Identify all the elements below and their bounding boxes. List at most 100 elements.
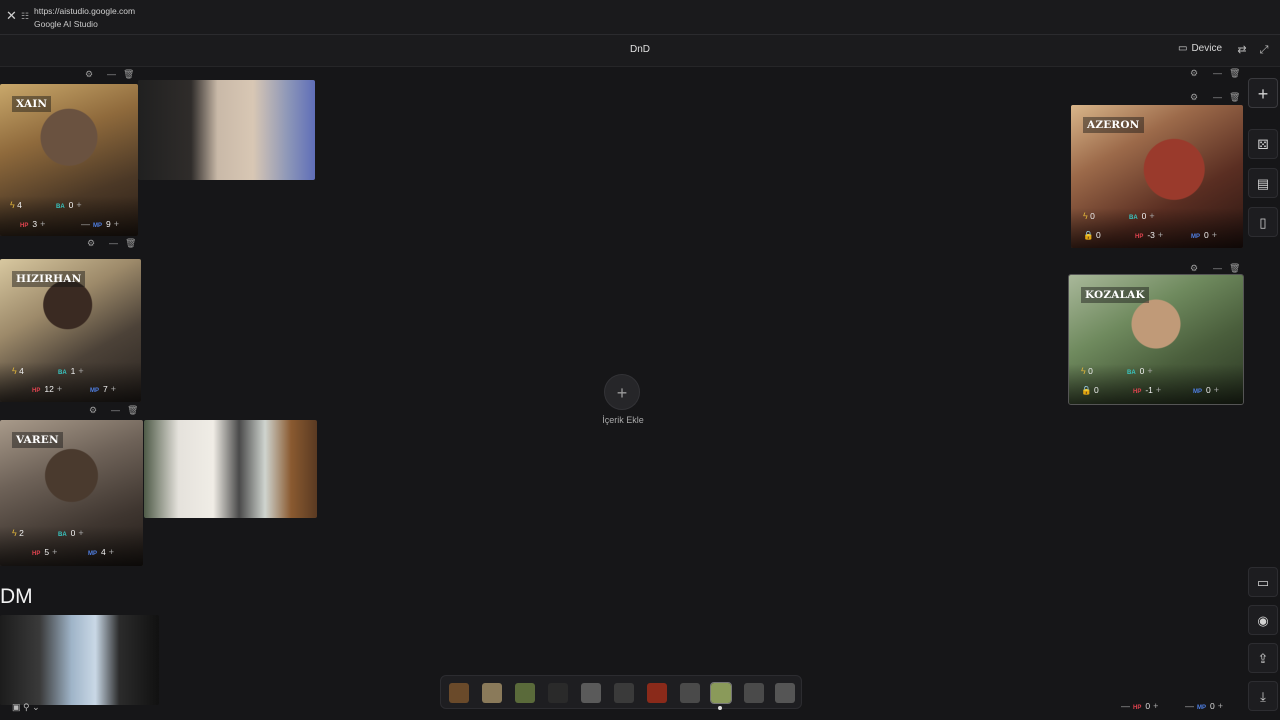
character-name: HIZIRHAN	[12, 271, 86, 287]
token-thumbnail[interactable]	[775, 683, 795, 703]
hp-label: HP	[32, 388, 41, 394]
minimize-icon[interactable]: —	[109, 238, 118, 248]
trash-icon[interactable]: 🗑	[1229, 92, 1240, 102]
character-card-varen[interactable]: VAREN ϟ 2 BA 0 + HP 5 + MP 4 +	[0, 420, 143, 566]
gear-icon[interactable]: ⚙	[87, 238, 95, 248]
token-thumbnail[interactable]	[482, 683, 502, 703]
ba-value: 0	[1141, 211, 1147, 221]
gear-icon[interactable]: ⚙	[1190, 92, 1198, 102]
mp-label: MP	[1191, 234, 1200, 240]
increment-button[interactable]: +	[1212, 230, 1217, 240]
mp-value: 4	[101, 547, 106, 557]
bolt-value: 4	[19, 366, 24, 376]
increment-button[interactable]: +	[1149, 211, 1154, 221]
increment-button[interactable]: +	[109, 547, 114, 557]
gear-icon[interactable]: ⚙	[1190, 263, 1198, 273]
plus-icon[interactable]: +	[1248, 78, 1278, 108]
hp-value: 0	[1145, 701, 1151, 711]
increment-button[interactable]: +	[1156, 385, 1161, 395]
book-icon[interactable]: ▤	[1248, 168, 1278, 198]
token-thumbnail[interactable]	[449, 683, 469, 703]
minimize-icon[interactable]: —	[111, 405, 120, 415]
add-content-label: İçerik Ekle	[602, 415, 644, 425]
increment-button[interactable]: +	[1214, 385, 1219, 395]
token-thumbnail[interactable]	[515, 683, 535, 703]
fullscreen-icon[interactable]: ⤢	[1258, 44, 1270, 56]
dice-icon[interactable]: ⚄	[1248, 129, 1278, 159]
character-card-hizirhan[interactable]: HIZIRHAN ϟ 4 BA 1 + HP 12 + MP 7 +	[0, 259, 141, 402]
trash-icon[interactable]: 🗑	[127, 405, 138, 415]
dm-controls-icon[interactable]: ▣ ⚲ ⌄	[12, 702, 40, 713]
decrement-button[interactable]: —	[81, 219, 90, 229]
page-title: DnD	[629, 44, 650, 55]
player-video	[138, 80, 315, 180]
gear-icon[interactable]: ⚙	[1190, 68, 1198, 78]
increment-button[interactable]: +	[1147, 366, 1152, 376]
trash-icon[interactable]: 🗑	[123, 69, 134, 79]
increment-button[interactable]: +	[40, 219, 45, 229]
monitor-icon[interactable]: ▭	[1248, 567, 1278, 597]
ba-label: BA	[58, 370, 67, 376]
download-icon[interactable]: ⤓	[1248, 681, 1278, 711]
trash-icon[interactable]: 🗑	[1229, 68, 1240, 78]
device-icon: ▭	[1178, 43, 1188, 54]
increment-button[interactable]: +	[76, 200, 81, 210]
increment-button[interactable]: +	[78, 528, 83, 538]
ba-value: 0	[70, 528, 76, 538]
token-thumbnail[interactable]	[680, 683, 700, 703]
increment-button[interactable]: +	[1218, 701, 1223, 711]
sync-icon[interactable]: ⇄	[1236, 44, 1248, 56]
ba-label: BA	[1129, 215, 1138, 221]
lock-icon: 🔒	[1081, 385, 1092, 395]
minimize-icon[interactable]: —	[1213, 263, 1222, 273]
increment-button[interactable]: +	[57, 384, 62, 394]
decrement-button[interactable]: —	[1121, 701, 1130, 711]
player-video	[144, 420, 317, 518]
trash-icon[interactable]: 🗑	[125, 238, 136, 248]
token-thumbnail[interactable]	[614, 683, 634, 703]
decrement-button[interactable]: —	[1185, 701, 1194, 711]
increment-button[interactable]: +	[114, 219, 119, 229]
mp-value: 7	[103, 384, 108, 394]
bolt-icon: ϟ	[1083, 211, 1088, 221]
character-name: XAIN	[12, 96, 52, 112]
close-icon[interactable]: ✕	[6, 9, 18, 22]
minimize-icon[interactable]: —	[1213, 68, 1222, 78]
gear-icon[interactable]: ⚙	[85, 69, 93, 79]
token-thumbnail[interactable]	[647, 683, 667, 703]
bolt-value: 2	[19, 528, 24, 538]
lock-value: 0	[1093, 385, 1099, 395]
add-content-button[interactable]: +	[604, 374, 640, 410]
trash-icon[interactable]: 🗑	[1229, 263, 1240, 273]
tune-icon[interactable]: ☷	[21, 11, 31, 21]
gear-icon[interactable]: ⚙	[89, 405, 97, 415]
clipboard-icon[interactable]: ▯	[1248, 207, 1278, 237]
device-button[interactable]: ▭ Device	[1178, 43, 1222, 54]
lock-value: 0	[1095, 230, 1101, 240]
increment-button[interactable]: +	[52, 547, 57, 557]
increment-button[interactable]: +	[111, 384, 116, 394]
url-text[interactable]: https://aistudio.google.com	[34, 6, 135, 16]
eye-icon[interactable]: ◉	[1248, 605, 1278, 635]
increment-button[interactable]: +	[1153, 701, 1158, 711]
character-card-azeron[interactable]: AZERON ϟ 0 BA 0 + 🔒 0 HP -3 + MP 0 +	[1071, 105, 1243, 248]
token-thumbnail[interactable]	[744, 683, 764, 703]
increment-button[interactable]: +	[78, 366, 83, 376]
minimize-icon[interactable]: —	[1213, 92, 1222, 102]
minimize-icon[interactable]: —	[107, 69, 116, 79]
hp-value: 5	[44, 547, 50, 557]
hp-label: HP	[20, 223, 29, 229]
upload-icon[interactable]: ⇪	[1248, 643, 1278, 673]
hp-label: HP	[1133, 389, 1142, 395]
character-card-xain[interactable]: XAIN ϟ 4 BA 0 + HP 3 + — MP 9 +	[0, 84, 138, 236]
dm-hp-stat: — HP 0 +	[1118, 701, 1161, 711]
token-thumbnail[interactable]	[710, 682, 732, 704]
token-thumbnail[interactable]	[581, 683, 601, 703]
character-card-kozalak[interactable]: KOZALAK ϟ 0 BA 0 + 🔒 0 HP -1 + MP 0 +	[1068, 274, 1244, 405]
token-thumbnail[interactable]	[548, 683, 568, 703]
increment-button[interactable]: +	[1158, 230, 1163, 240]
bolt-icon: ϟ	[1081, 366, 1086, 376]
mp-value: 9	[106, 219, 111, 229]
dm-video	[0, 615, 159, 705]
dm-mp-stat: — MP 0 +	[1182, 701, 1226, 711]
